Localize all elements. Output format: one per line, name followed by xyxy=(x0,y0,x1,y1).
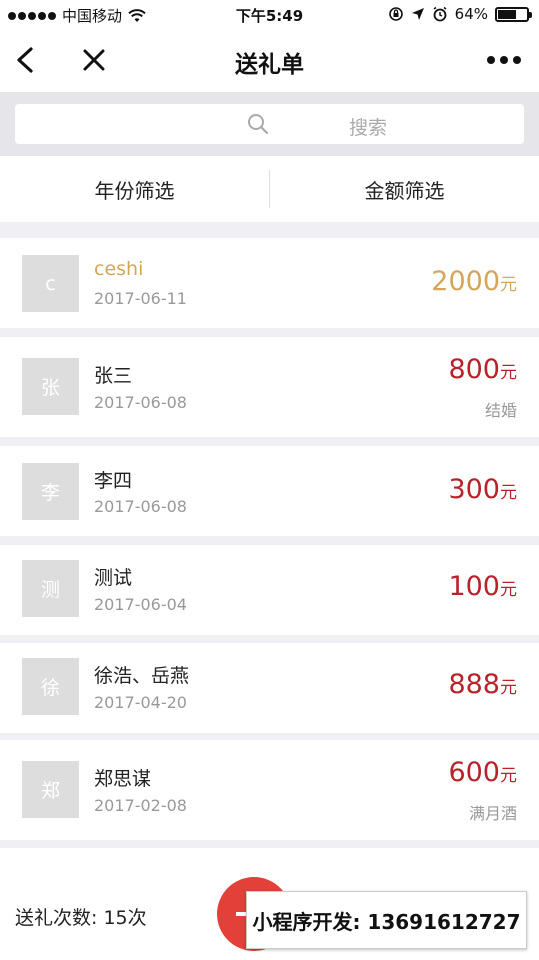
avatar: 徐 xyxy=(22,658,79,715)
footer: 送礼次数: 15次 小程序开发: 13691612727 xyxy=(0,855,539,960)
record-name: 测试 xyxy=(94,567,133,589)
record-name: 徐浩、岳燕 xyxy=(94,665,190,687)
avatar: 张 xyxy=(22,358,79,415)
amount-value: 888 xyxy=(448,669,500,700)
battery-icon xyxy=(495,6,532,22)
record-name: 郑思谋 xyxy=(94,768,152,790)
filter-bar: 年份筛选 金额筛选 xyxy=(0,156,539,222)
list-item[interactable]: 李 李四 2017-06-08 300元 xyxy=(0,446,539,536)
amount-unit: 元 xyxy=(500,483,517,503)
avatar: 测 xyxy=(22,560,79,617)
list-item[interactable]: 郑 郑思谋 2017-02-08 600元 满月酒 xyxy=(0,740,539,840)
location-arrow-icon xyxy=(411,8,424,20)
status-bar: 中国移动 下午5:49 64% xyxy=(0,0,539,30)
record-name: 李四 xyxy=(94,470,133,492)
search-input[interactable]: 搜索 xyxy=(15,104,524,144)
amount-value: 100 xyxy=(448,571,500,602)
page-title: 送礼单 xyxy=(235,52,304,78)
alarm-icon xyxy=(433,6,447,22)
status-right: 64% xyxy=(388,5,532,23)
orientation-lock-icon xyxy=(388,7,403,21)
nav-bar: 送礼单 xyxy=(0,30,539,92)
list-item[interactable]: c ceshi 2017-06-11 2000元 xyxy=(0,238,539,328)
amount-value: 600 xyxy=(448,757,500,788)
record-note: 结婚 xyxy=(484,401,517,420)
amount-value: 2000 xyxy=(431,266,500,297)
record-amount: 600元 xyxy=(448,757,517,788)
amount-filter-button[interactable]: 金额筛选 xyxy=(270,175,539,204)
record-amount: 2000元 xyxy=(431,266,517,297)
record-date: 2017-02-08 xyxy=(94,796,187,815)
battery-percent: 64% xyxy=(454,5,488,23)
avatar: c xyxy=(22,255,79,312)
amount-unit: 元 xyxy=(500,363,517,383)
list-item[interactable]: 张 张三 2017-06-08 800元 结婚 xyxy=(0,337,539,437)
amount-unit: 元 xyxy=(500,275,517,295)
list-item[interactable]: 测 测试 2017-06-04 100元 xyxy=(0,545,539,635)
gift-count-label: 送礼次数: 15次 xyxy=(15,907,147,929)
record-date: 2017-06-04 xyxy=(94,595,187,614)
amount-unit: 元 xyxy=(500,580,517,600)
record-amount: 300元 xyxy=(448,474,517,505)
more-dots-icon[interactable] xyxy=(487,56,521,66)
record-date: 2017-04-20 xyxy=(94,693,187,712)
record-note: 满月酒 xyxy=(468,804,517,823)
record-date: 2017-06-08 xyxy=(94,393,187,412)
search-icon xyxy=(248,114,269,135)
record-date: 2017-06-11 xyxy=(94,289,187,308)
record-amount: 800元 xyxy=(448,354,517,385)
amount-unit: 元 xyxy=(500,678,517,698)
amount-unit: 元 xyxy=(500,766,517,786)
watermark-label: 小程序开发: 13691612727 xyxy=(246,891,527,949)
year-filter-button[interactable]: 年份筛选 xyxy=(0,175,269,204)
avatar: 郑 xyxy=(22,761,79,818)
list-item[interactable]: 徐 徐浩、岳燕 2017-04-20 888元 xyxy=(0,643,539,733)
search-area: 搜索 xyxy=(0,92,539,156)
record-amount: 888元 xyxy=(448,669,517,700)
record-amount: 100元 xyxy=(448,571,517,602)
search-placeholder: 搜索 xyxy=(349,117,388,139)
record-name: 张三 xyxy=(94,365,133,387)
record-name: ceshi xyxy=(94,258,144,280)
avatar: 李 xyxy=(22,463,79,520)
record-date: 2017-06-08 xyxy=(94,497,187,516)
amount-value: 800 xyxy=(448,354,500,385)
amount-value: 300 xyxy=(448,474,500,505)
